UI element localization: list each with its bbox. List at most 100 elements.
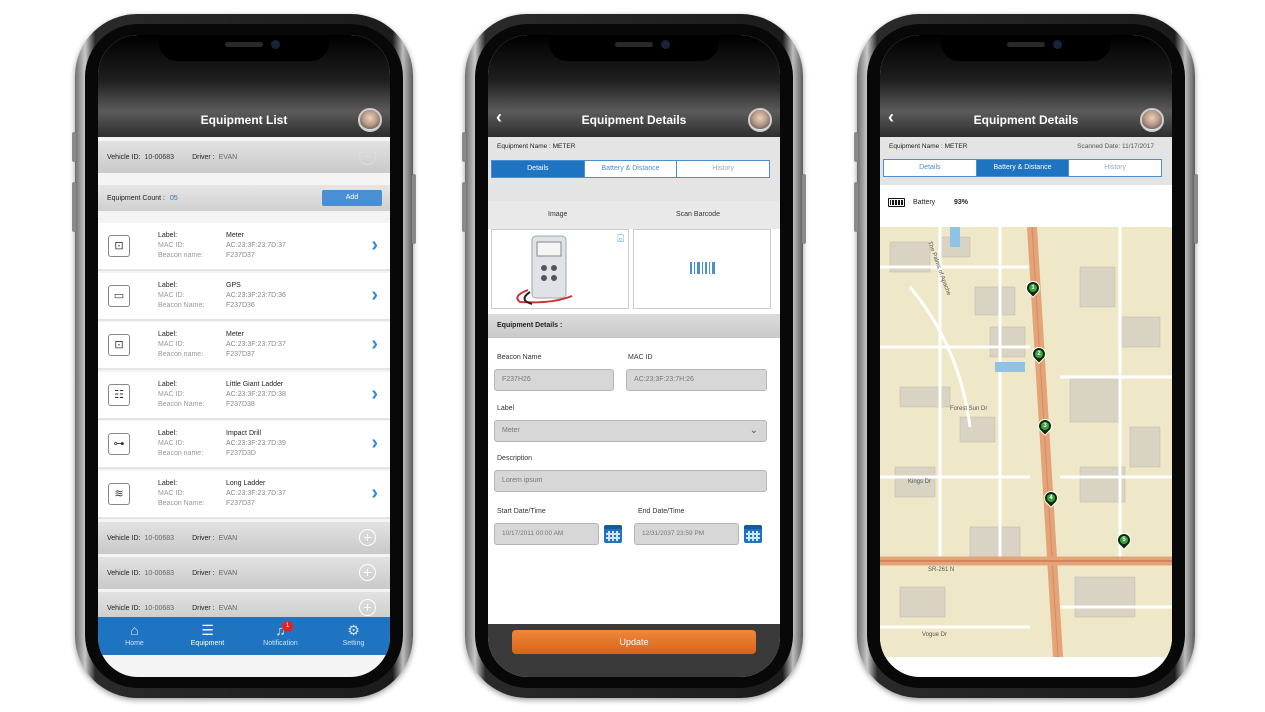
tab-label: Home: [125, 640, 144, 647]
street-label: Vogue Dr: [922, 632, 947, 638]
vehicle-label: Vehicle ID:: [107, 534, 141, 542]
tab-home[interactable]: ⌂ Home: [98, 617, 171, 655]
calendar-icon[interactable]: [744, 525, 762, 543]
avatar[interactable]: [748, 108, 772, 132]
map[interactable]: The Palms of Apache Forest Sun Dr Kings …: [880, 227, 1172, 657]
tab-history[interactable]: History: [677, 161, 769, 177]
calendar-icon[interactable]: [604, 525, 622, 543]
item-values: GPS AC:23:3F:23:7D:36 F237D36: [226, 281, 286, 311]
tab-equipment[interactable]: ☰ Equipment: [171, 617, 244, 655]
side-button: [854, 132, 858, 162]
details-header: Equipment Details :: [488, 314, 780, 338]
tab-details[interactable]: Details: [492, 161, 585, 177]
item-keys: Label: MAC ID: Beacon name:: [158, 330, 203, 360]
camera-icon[interactable]: ⌻: [617, 233, 624, 246]
tab-battery-distance[interactable]: Battery & Distance: [976, 160, 1070, 176]
battery-icon: [888, 198, 905, 207]
item-mac: AC:23:3F:23:7D:37: [226, 341, 286, 348]
label-key: Label:: [158, 331, 178, 338]
bell-icon: ♫: [275, 622, 286, 638]
item-beacon: F237D38: [226, 400, 255, 408]
list-item[interactable]: ⊡ Label: MAC ID: Beacon name: Meter AC:23:3F:…: [98, 322, 390, 370]
ladder-icon: ☷: [108, 383, 130, 406]
equipment-name: Equipment Name : METER: [889, 143, 968, 150]
page-title: Equipment List: [200, 113, 288, 127]
equipment-image[interactable]: ⌻: [491, 229, 629, 309]
pin-number: 4: [1047, 494, 1055, 502]
beacon-name-label: Beacon Name: [497, 354, 542, 361]
driver-name: EVAN: [218, 534, 238, 542]
add-button[interactable]: Add: [322, 190, 382, 206]
screen-equipment-list: Equipment List Vehicle ID: 10-00683 Driv…: [98, 35, 390, 677]
meter-icon: ⊡: [108, 334, 130, 356]
gps-icon: ▭: [108, 284, 130, 307]
street-label: Forest Sun Dr: [950, 406, 987, 412]
item-mac: AC:23:3F:23:7D:37: [226, 242, 286, 249]
label-key: Label:: [158, 479, 178, 487]
end-date-field[interactable]: 12/31/2037 23:59 PM: [634, 523, 739, 545]
long-ladder-icon: ≋: [108, 482, 130, 505]
vehicle-row[interactable]: Vehicle ID: 10-00683 Driver : EVAN +: [98, 557, 390, 589]
driver-label: Driver :: [192, 569, 215, 577]
tab-details[interactable]: Details: [884, 160, 977, 176]
item-keys: Label: MAC ID: Beacon Name:: [158, 380, 204, 410]
tab-history[interactable]: History: [1069, 160, 1161, 176]
beacon-name-field[interactable]: F237H26: [494, 369, 614, 391]
side-button: [854, 182, 858, 232]
item-keys: Label: MAC ID: Beacon Name:: [158, 479, 204, 509]
list-item[interactable]: ☷ Label: MAC ID: Beacon Name: Little Giant L…: [98, 371, 390, 420]
expand-icon[interactable]: +: [359, 599, 376, 616]
barcode-box[interactable]: [633, 229, 771, 309]
tab-setting[interactable]: ⚙ Setting: [317, 617, 390, 655]
item-mac: AC:23:3F:23:7D:37: [226, 489, 286, 497]
chevron-right-icon[interactable]: ›: [371, 234, 378, 257]
expand-icon[interactable]: +: [359, 529, 376, 546]
pin-number: 1: [1029, 284, 1037, 292]
start-date-field[interactable]: 10/17/2011 00:00 AM: [494, 523, 599, 545]
label-key: Label:: [158, 380, 178, 388]
item-beacon: F237D3D: [226, 450, 256, 457]
collapse-icon[interactable]: −: [359, 148, 376, 165]
driver-name: EVAN: [218, 569, 238, 577]
driver-label: Driver :: [192, 534, 215, 542]
item-keys: Label: MAC ID: Beacon name:: [158, 429, 203, 459]
beacon-key: Beacon Name:: [158, 400, 205, 408]
gear-icon: ⚙: [347, 622, 360, 638]
battery-row: Battery 93%: [880, 185, 1172, 227]
drill-icon: ⊶: [108, 433, 130, 455]
chevron-right-icon[interactable]: ›: [371, 482, 378, 505]
beacon-key: Beacon Name:: [158, 301, 205, 309]
list-item[interactable]: ⊡ Label: MAC ID: Beacon name: Meter AC:23:3F:…: [98, 223, 390, 271]
chevron-right-icon[interactable]: ›: [371, 432, 378, 455]
label-select[interactable]: Meter ⌄: [494, 420, 767, 442]
pin-number: 2: [1035, 350, 1043, 358]
vehicle-row[interactable]: Vehicle ID: 10-00683 Driver : EVAN +: [98, 522, 390, 554]
chevron-right-icon[interactable]: ›: [371, 383, 378, 406]
pin-number: 3: [1041, 422, 1049, 430]
phone-battery-distance: ‹ Equipment Details Equipment Name : MET…: [854, 14, 1198, 698]
description-field[interactable]: Lorem ipsum: [494, 470, 767, 492]
update-button[interactable]: Update: [512, 630, 756, 654]
tab-label: Setting: [342, 640, 365, 647]
avatar[interactable]: [1140, 108, 1164, 132]
tab-label: Equipment: [190, 640, 225, 647]
avatar[interactable]: [358, 108, 382, 132]
segmented-tabs: Details Battery & Distance History: [491, 160, 770, 178]
tab-battery-distance[interactable]: Battery & Distance: [585, 161, 678, 177]
expand-icon[interactable]: +: [359, 564, 376, 581]
mac-id-field[interactable]: AC:23:3F:23:7H:26: [626, 369, 767, 391]
list-item[interactable]: ≋ Label: MAC ID: Beacon Name: Long Ladder AC:…: [98, 470, 390, 519]
scanned-date: Scanned Date: 11/17/2017: [1077, 143, 1154, 150]
driver-name: EVAN: [218, 604, 238, 612]
chevron-right-icon[interactable]: ›: [371, 284, 378, 307]
chevron-right-icon[interactable]: ›: [371, 333, 378, 356]
equipment-count-bar: Equipment Count : 05 Add: [98, 185, 390, 211]
list-item[interactable]: ⊶ Label: MAC ID: Beacon name: Impact Drill AC…: [98, 421, 390, 469]
list-item[interactable]: ▭ Label: MAC ID: Beacon Name: GPS AC:23:3F:23…: [98, 272, 390, 321]
label-key: Label:: [158, 281, 178, 289]
side-button: [72, 132, 76, 162]
item-values: Long Ladder AC:23:3F:23:7D:37 F237D37: [226, 479, 286, 509]
vehicle-row[interactable]: Vehicle ID: 10-00683 Driver : EVAN −: [98, 141, 390, 173]
battery-value: 93%: [954, 199, 969, 206]
tab-notification[interactable]: ♫ Notification 1: [244, 617, 317, 655]
